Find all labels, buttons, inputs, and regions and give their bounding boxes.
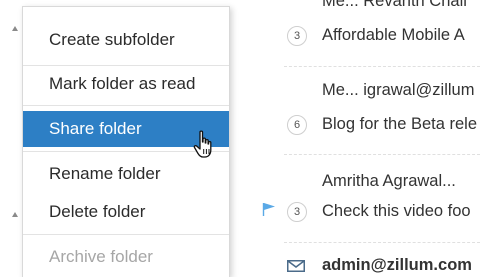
message-subject: Check this video foo (322, 202, 471, 220)
message-sender: admin@zillum.com (322, 256, 472, 274)
thread-count-badge: 6 (287, 115, 307, 135)
row-divider (284, 66, 480, 67)
menu-item-rename-folder[interactable]: Rename folder (23, 156, 229, 192)
thread-count-badge: 3 (287, 26, 307, 46)
thread-count-badge: 3 (287, 202, 307, 222)
message-sender: Amritha Agrawal... (322, 172, 456, 190)
expand-arrow-icon[interactable] (12, 26, 18, 31)
hand-cursor-icon (193, 130, 212, 158)
message-sender: Me... Revanth Chall (322, 0, 467, 10)
menu-item-create-subfolder[interactable]: Create subfolder (23, 22, 229, 58)
row-divider (284, 154, 480, 155)
flag-icon[interactable] (262, 202, 276, 216)
menu-item-mark-folder-as-read[interactable]: Mark folder as read (23, 66, 229, 102)
folder-tree-strip (0, 0, 22, 270)
menu-item-delete-folder[interactable]: Delete folder (23, 194, 229, 230)
row-divider (284, 242, 480, 243)
expand-arrow-icon[interactable] (12, 212, 18, 217)
message-subject: Blog for the Beta rele (322, 115, 478, 133)
message-sender: Me... igrawal@zillum (322, 81, 475, 99)
message-list: Me... Revanth Chall 3 Affordable Mobile … (229, 0, 480, 274)
menu-divider (23, 105, 229, 106)
menu-divider (23, 234, 229, 235)
message-subject: Affordable Mobile A (322, 26, 465, 44)
envelope-icon (287, 260, 305, 272)
